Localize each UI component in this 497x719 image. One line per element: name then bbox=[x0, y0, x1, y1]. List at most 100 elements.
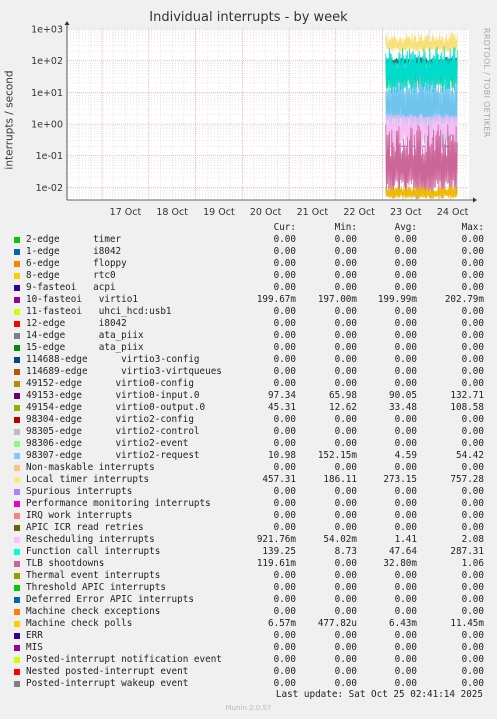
y-tick-label: 1e-01 bbox=[36, 151, 63, 162]
legend-cur-value: 0.00 bbox=[273, 654, 296, 665]
legend-row: 98304-edge virtio2-config 0.00 0.00 0.00 0.0… bbox=[0, 414, 497, 426]
legend-series-name: 49154-edge virtio0-output.0 bbox=[26, 402, 206, 413]
legend-cur-value: 0.00 bbox=[273, 522, 296, 533]
legend-swatch bbox=[14, 261, 20, 267]
legend-swatch bbox=[14, 465, 20, 471]
legend-header-cur: Cur: bbox=[273, 222, 296, 233]
legend-min-value: 65.98 bbox=[329, 390, 357, 401]
legend-swatch bbox=[14, 585, 20, 591]
legend-max-value: 0.00 bbox=[461, 654, 484, 665]
legend-max-value: 0.00 bbox=[461, 354, 484, 365]
legend-series-name: 12-edge i8042 bbox=[26, 318, 127, 329]
legend-row: Spurious interrupts 0.00 0.00 0.00 0.00 bbox=[0, 486, 497, 498]
legend-swatch bbox=[14, 609, 20, 615]
legend-max-value: 0.00 bbox=[461, 486, 484, 497]
legend-series-name: 8-edge rtc0 bbox=[26, 270, 116, 281]
legend-swatch bbox=[14, 561, 20, 567]
legend-min-value: 0.00 bbox=[334, 594, 357, 605]
legend-avg-value: 0.00 bbox=[394, 594, 417, 605]
legend-avg-value: 32.80m bbox=[383, 558, 417, 569]
legend-row: 98305-edge virtio2-control 0.00 0.00 0.00 0.… bbox=[0, 426, 497, 438]
legend-cur-value: 0.00 bbox=[273, 426, 296, 437]
legend-min-value: 0.00 bbox=[334, 606, 357, 617]
legend-cur-value: 0.00 bbox=[273, 330, 296, 341]
legend-avg-value: 0.00 bbox=[394, 606, 417, 617]
legend-series-name: Posted-interrupt notification event bbox=[26, 654, 222, 665]
legend-cur-value: 45.31 bbox=[268, 402, 296, 413]
legend-min-value: 0.00 bbox=[334, 330, 357, 341]
legend-series-name: Rescheduling interrupts bbox=[26, 534, 155, 545]
legend-cur-value: 0.00 bbox=[273, 666, 296, 677]
legend-avg-value: 0.00 bbox=[394, 414, 417, 425]
legend-swatch bbox=[14, 345, 20, 351]
legend-min-value: 0.00 bbox=[334, 654, 357, 665]
x-axis-arrow-icon bbox=[473, 197, 477, 203]
legend-row: Posted-interrupt notification event 0.00 0… bbox=[0, 654, 497, 666]
legend-max-value: 0.00 bbox=[461, 642, 484, 653]
y-axis-arrow-icon bbox=[64, 21, 70, 25]
legend-avg-value: 199.99m bbox=[377, 294, 417, 305]
legend-min-value: 0.00 bbox=[334, 438, 357, 449]
legend-max-value: 0.00 bbox=[461, 666, 484, 677]
legend-max-value: 0.00 bbox=[461, 426, 484, 437]
y-tick-label: 1e+02 bbox=[31, 56, 63, 67]
legend-swatch bbox=[14, 489, 20, 495]
legend-cur-value: 0.00 bbox=[273, 462, 296, 473]
legend-cur-value: 0.00 bbox=[273, 414, 296, 425]
legend-cur-value: 457.31 bbox=[262, 474, 296, 485]
legend-row: 1-edge i8042 0.00 0.00 0.00 0.00 bbox=[0, 246, 497, 258]
legend-avg-value: 0.00 bbox=[394, 426, 417, 437]
legend-swatch bbox=[14, 501, 20, 507]
legend-cur-value: 0.00 bbox=[273, 258, 296, 269]
legend-swatch bbox=[14, 393, 20, 399]
legend-row: Rescheduling interrupts 921.76m 54.02m 1.41… bbox=[0, 534, 497, 546]
legend-header-min: Min: bbox=[334, 222, 357, 233]
legend-avg-value: 0.00 bbox=[394, 258, 417, 269]
legend-max-value: 0.00 bbox=[461, 510, 484, 521]
legend-max-value: 54.42 bbox=[456, 450, 484, 461]
legend-swatch bbox=[14, 645, 20, 651]
legend-row: Non-maskable interrupts 0.00 0.00 0.00 0.00 bbox=[0, 462, 497, 474]
legend-cur-value: 921.76m bbox=[256, 534, 296, 545]
legend-avg-value: 0.00 bbox=[394, 582, 417, 593]
legend-max-value: 0.00 bbox=[461, 630, 484, 641]
legend-avg-value: 0.00 bbox=[394, 486, 417, 497]
legend-series-name: Posted-interrupt wakeup event bbox=[26, 678, 189, 689]
legend-swatch bbox=[14, 321, 20, 327]
legend-avg-value: 4.59 bbox=[394, 450, 417, 461]
legend-cur-value: 0.00 bbox=[273, 630, 296, 641]
legend-cur-value: 199.67m bbox=[256, 294, 296, 305]
legend-series-name: Spurious interrupts bbox=[26, 486, 133, 497]
legend-series-name: Deferred Error APIC interrupts bbox=[26, 594, 194, 605]
legend-series-name: Performance monitoring interrupts bbox=[26, 498, 211, 509]
legend-series-name: 6-edge floppy bbox=[26, 258, 127, 269]
legend-series-name: Thermal event interrupts bbox=[26, 570, 161, 581]
legend-max-value: 108.58 bbox=[450, 402, 484, 413]
legend-cur-value: 0.00 bbox=[273, 306, 296, 317]
y-tick-label: 1e+03 bbox=[31, 25, 63, 36]
legend-row: 98306-edge virtio2-event 0.00 0.00 0.00 0.00 bbox=[0, 438, 497, 450]
legend-swatch bbox=[14, 513, 20, 519]
legend-swatch bbox=[14, 369, 20, 375]
legend-row: 15-edge ata_piix 0.00 0.00 0.00 0.00 bbox=[0, 342, 497, 354]
legend-min-value: 0.00 bbox=[334, 342, 357, 353]
legend-cur-value: 10.98 bbox=[268, 450, 296, 461]
legend-max-value: 202.79m bbox=[444, 294, 484, 305]
legend-row: ERR 0.00 0.00 0.00 0.00 bbox=[0, 630, 497, 642]
legend-row: 12-edge i8042 0.00 0.00 0.00 0.00 bbox=[0, 318, 497, 330]
legend-max-value: 2.08 bbox=[461, 534, 484, 545]
legend-cur-value: 0.00 bbox=[273, 282, 296, 293]
legend-swatch bbox=[14, 657, 20, 663]
legend-swatch bbox=[14, 297, 20, 303]
legend-min-value: 477.82u bbox=[317, 618, 357, 629]
legend-series-name: 98307-edge virtio2-request bbox=[26, 450, 200, 461]
legend-max-value: 0.00 bbox=[461, 258, 484, 269]
legend-row: Deferred Error APIC interrupts 0.00 0.00 0.… bbox=[0, 594, 497, 606]
legend-row: Machine check polls 6.57m 477.82u 6.43m 11.4… bbox=[0, 618, 497, 630]
x-tick-label: 20 Oct bbox=[250, 207, 282, 218]
legend-max-value: 0.00 bbox=[461, 498, 484, 509]
legend-row: 14-edge ata_piix 0.00 0.00 0.00 0.00 bbox=[0, 330, 497, 342]
legend-row: 2-edge timer 0.00 0.00 0.00 0.00 bbox=[0, 234, 497, 246]
legend-max-value: 0.00 bbox=[461, 594, 484, 605]
legend-cur-value: 97.34 bbox=[268, 390, 296, 401]
